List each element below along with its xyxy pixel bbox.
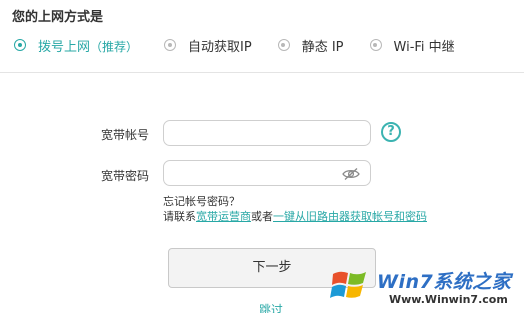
connection-mode-group: 拨号上网（推荐） 自动获取IP 静态 IP Wi-Fi 中继 — [14, 35, 481, 55]
windows-logo-icon — [330, 271, 366, 298]
mode-hint-recommended: （推荐） — [90, 39, 139, 54]
page-title: 您的上网方式是 — [12, 10, 104, 25]
radio-selected-icon[interactable] — [14, 39, 26, 51]
mode-option-pppoe[interactable]: 拨号上网（推荐） — [14, 36, 138, 55]
radio-icon[interactable] — [369, 39, 382, 51]
contact-prefix: 请联系 — [163, 210, 196, 223]
watermark-title: Win7系统之家 — [377, 271, 512, 293]
forgot-credentials-text: 忘记帐号密码？ — [163, 195, 240, 208]
network-setup-page: 您的上网方式是 拨号上网（推荐） 自动获取IP 静态 IP Wi-Fi 中继 宽… — [0, 0, 524, 313]
eye-off-icon[interactable] — [342, 167, 360, 181]
skip-link[interactable]: 跳过 — [259, 301, 283, 313]
contact-line: 请联系宽带运营商或者一键从旧路由器获取帐号和密码 — [163, 208, 427, 224]
isp-link[interactable]: 宽带运营商 — [196, 210, 251, 223]
mode-label-pppoe: 拨号上网（推荐） — [38, 39, 139, 55]
account-label: 宽带帐号 — [101, 128, 150, 142]
mode-label-dhcp: 自动获取IP — [188, 39, 252, 55]
password-label: 宽带密码 — [101, 169, 150, 183]
mode-option-static-ip[interactable]: 静态 IP — [277, 36, 344, 55]
watermark: Win7系统之家 Www.Winwin7.com — [327, 262, 524, 313]
import-from-old-router-link[interactable]: 一键从旧路由器获取帐号和密码 — [273, 210, 427, 223]
or-text: 或者 — [251, 210, 273, 223]
mode-option-dhcp[interactable]: 自动获取IP — [164, 36, 252, 55]
account-input[interactable] — [163, 120, 371, 146]
mode-label-wifi-repeater: Wi-Fi 中继 — [393, 39, 455, 55]
password-input[interactable] — [163, 160, 371, 186]
mode-option-wifi-repeater[interactable]: Wi-Fi 中继 — [369, 36, 455, 55]
watermark-url: Www.Winwin7.com — [389, 293, 508, 306]
section-divider — [0, 72, 524, 73]
mode-label-static-ip: 静态 IP — [301, 39, 344, 55]
radio-icon[interactable] — [277, 39, 290, 51]
help-icon[interactable]: ? — [381, 122, 401, 142]
radio-icon[interactable] — [164, 39, 177, 51]
